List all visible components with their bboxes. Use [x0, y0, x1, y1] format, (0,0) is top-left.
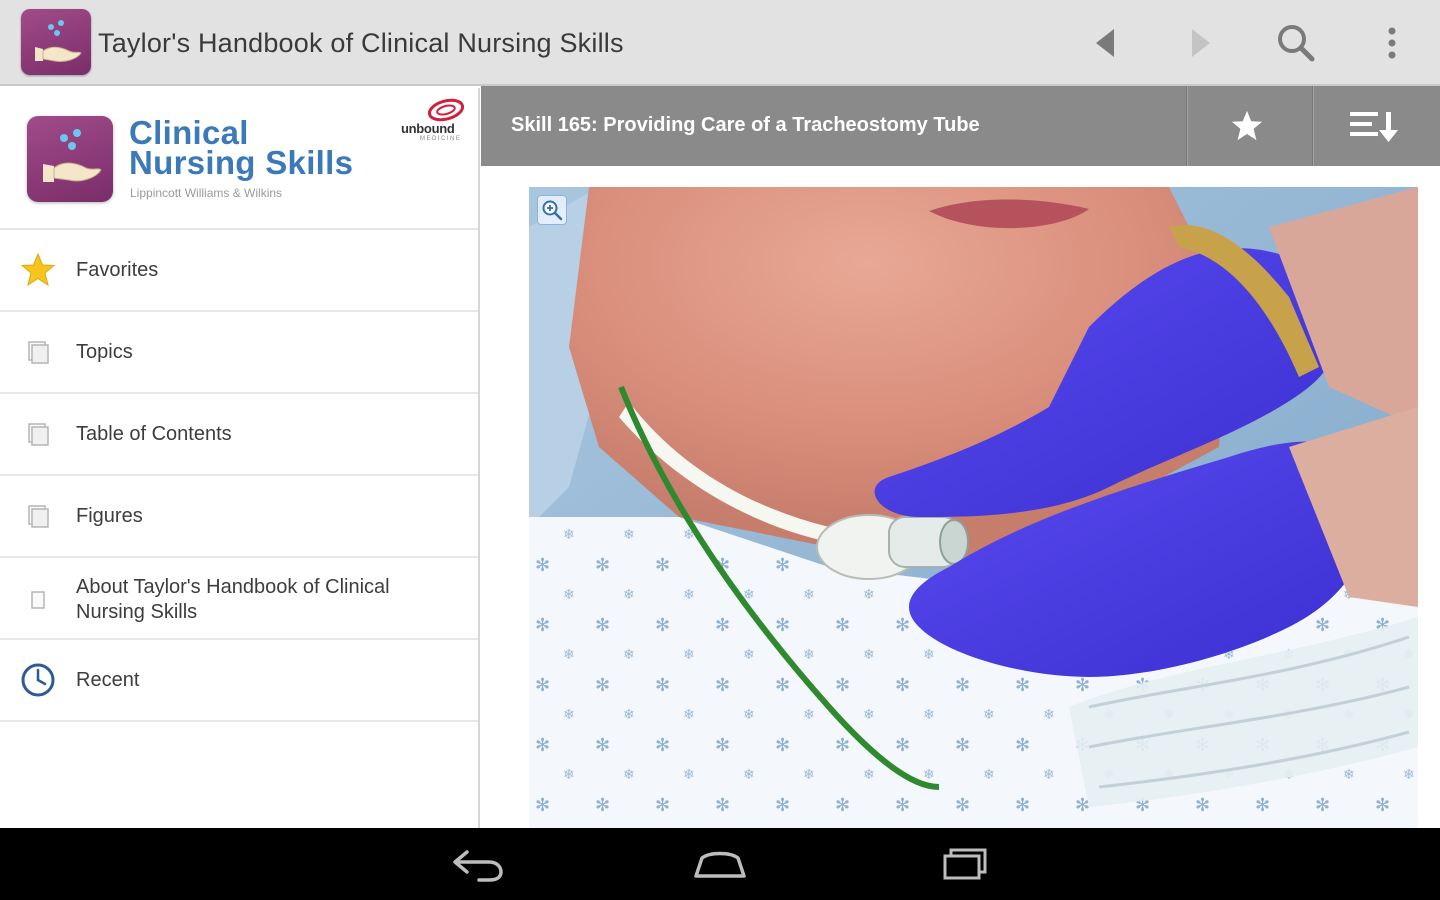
- search-button[interactable]: [1266, 14, 1326, 72]
- drawer-item-label: Favorites: [76, 259, 159, 281]
- recents-icon: [943, 848, 987, 880]
- content-header: Skill 165: Providing Care of a Tracheost…: [481, 86, 1440, 166]
- drawer-item-recent[interactable]: Recent: [0, 640, 478, 722]
- hand-with-drops-icon: [43, 129, 102, 182]
- brand-logo-icon: [27, 116, 113, 202]
- drawer-item-topics[interactable]: Topics: [0, 312, 478, 394]
- system-home-button[interactable]: [680, 838, 760, 890]
- home-icon: [694, 851, 746, 878]
- favorite-button[interactable]: [1217, 102, 1277, 150]
- drawer-item-label: Recent: [76, 669, 140, 691]
- star-icon: [20, 252, 56, 288]
- brand-header: Clinical Nursing Skills Lippincott Willi…: [0, 88, 478, 230]
- overflow-menu-button[interactable]: [1362, 14, 1422, 72]
- system-recents-button[interactable]: [925, 838, 1005, 890]
- back-icon: [453, 850, 503, 882]
- arrow-right-icon: [1192, 29, 1210, 57]
- search-icon: [1278, 25, 1315, 62]
- drawer-item-label: Table of Contents: [76, 423, 232, 445]
- pages-icon: [20, 416, 56, 452]
- unbound-logo-text: unbound: [401, 121, 455, 136]
- header-divider: [1186, 86, 1188, 166]
- page-icon: [20, 582, 56, 618]
- publisher-name: Lippincott Williams & Wilkins: [130, 186, 283, 200]
- forward-button[interactable]: [1170, 14, 1230, 72]
- unbound-logo-subtext: MEDICINE: [420, 136, 462, 142]
- action-bar: Taylor's Handbook of Clinical Nursing Sk…: [0, 0, 1440, 86]
- navigation-drawer: Clinical Nursing Skills Lippincott Willi…: [0, 88, 480, 828]
- drawer-item-figures[interactable]: Figures: [0, 476, 478, 558]
- drawer-item-favorites[interactable]: Favorites: [0, 230, 478, 312]
- drawer-item-label: Figures: [76, 505, 143, 527]
- sort-button[interactable]: [1341, 102, 1411, 150]
- clock-icon: [20, 662, 56, 698]
- drawer-item-table-of-contents[interactable]: Table of Contents: [0, 394, 478, 476]
- back-button[interactable]: [1076, 14, 1136, 72]
- brand-title-line2: Nursing Skills: [129, 144, 354, 181]
- drawer-item-label: Topics: [76, 341, 133, 363]
- hand-with-drops-icon: [35, 20, 82, 62]
- pages-icon: [20, 498, 56, 534]
- drawer-item-about[interactable]: About Taylor's Handbook of Clinical Nurs…: [0, 558, 478, 640]
- system-back-button[interactable]: [437, 838, 517, 890]
- pages-icon: [20, 334, 56, 370]
- sort-icon: [1350, 112, 1398, 142]
- skill-figure-image[interactable]: ✻ ❄: [529, 187, 1418, 828]
- header-divider: [1312, 86, 1314, 166]
- content-pane: Skill 165: Providing Care of a Tracheost…: [481, 86, 1440, 828]
- skill-title: Skill 165: Providing Care of a Tracheost…: [511, 114, 980, 136]
- drawer-item-label: About Taylor's Handbook of Clinical Nurs…: [76, 576, 390, 623]
- star-icon: [1231, 110, 1263, 141]
- arrow-left-icon: [1096, 29, 1114, 57]
- zoom-in-button[interactable]: [537, 195, 567, 225]
- zoom-in-icon: [542, 200, 563, 221]
- overflow-menu-icon: [1388, 27, 1396, 59]
- app-icon[interactable]: [21, 9, 91, 75]
- app-title: Taylor's Handbook of Clinical Nursing Sk…: [98, 28, 624, 58]
- system-navigation-bar: [0, 828, 1440, 900]
- tracheostomy-care-photo: ✻ ❄: [529, 187, 1418, 828]
